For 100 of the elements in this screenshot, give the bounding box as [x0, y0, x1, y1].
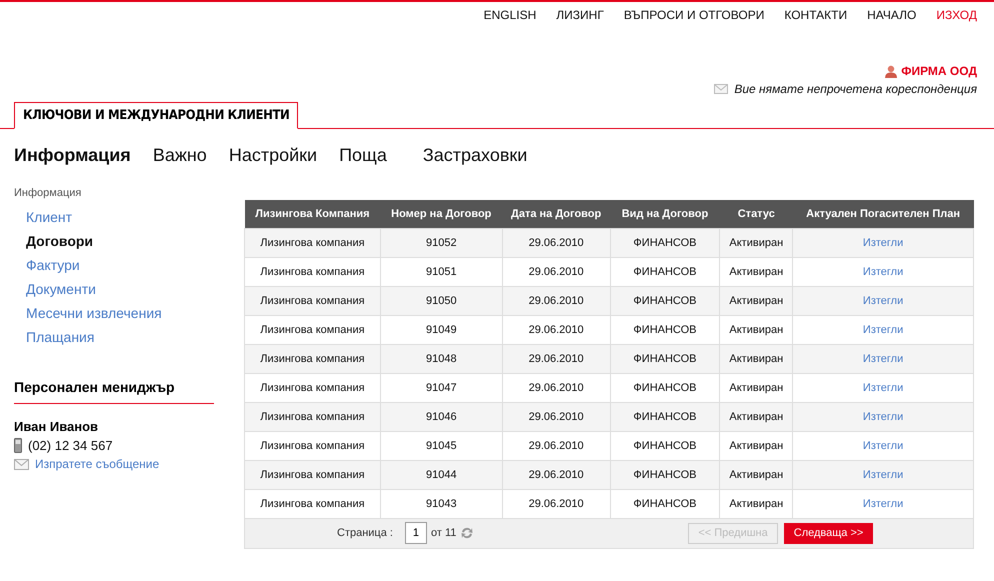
table-cell: 91048 [380, 344, 502, 373]
download-link[interactable]: Изтегли [862, 266, 904, 278]
table-cell: Лизингова компания [244, 344, 380, 373]
column-header: Номер на Договор [380, 200, 502, 228]
sidebar-item[interactable]: Плащания [26, 325, 214, 349]
table-cell: Активиран [720, 228, 793, 257]
nav-link[interactable]: ENGLISH [484, 8, 536, 62]
table-cell: Активиран [720, 402, 793, 431]
table-cell: Лизингова компания [244, 373, 380, 402]
column-header: Статус [720, 200, 793, 228]
main-nav-item[interactable]: Застраховки [422, 145, 528, 185]
table-cell: 91043 [380, 489, 502, 518]
refresh-icon[interactable] [460, 526, 474, 540]
table-cell: Активиран [720, 431, 793, 460]
nav-link[interactable]: ВЪПРОСИ И ОТГОВОРИ [624, 8, 764, 62]
table-cell: Лизингова компания [244, 460, 380, 489]
nav-link[interactable]: ИЗХОД [936, 8, 977, 62]
table-cell: Лизингова компания [244, 315, 380, 344]
next-button[interactable]: Следваща >> [784, 522, 874, 544]
manager-name: Иван Иванов [14, 419, 100, 434]
column-header: Вид на Договор [610, 200, 720, 228]
table-cell: ФИНАНСОВ [610, 257, 720, 286]
main-nav-item[interactable]: Настройки [228, 145, 318, 185]
table-cell: Активиран [720, 286, 793, 315]
table-cell: 29.06.2010 [502, 489, 610, 518]
table-cell: Лизингова компания [244, 286, 380, 315]
main-nav-item[interactable]: Поща [339, 145, 387, 185]
column-header: Лизингова Компания [244, 200, 380, 228]
envelope-icon [714, 84, 728, 94]
download-link[interactable]: Изтегли [862, 382, 904, 394]
table-cell: ФИНАНСОВ [610, 431, 720, 460]
download-link[interactable]: Изтегли [862, 324, 904, 336]
table-cell: ФИНАНСОВ [610, 286, 720, 315]
download-link[interactable]: Изтегли [862, 352, 904, 364]
table-cell: Активиран [720, 373, 793, 402]
table-cell: ФИНАНСОВ [610, 460, 720, 489]
user-icon [885, 64, 898, 78]
table-cell: 29.06.2010 [502, 257, 610, 286]
table-cell: Лизингова компания [244, 489, 380, 518]
column-header: Дата на Договор [502, 200, 610, 228]
table-cell: Активиран [720, 344, 793, 373]
download-link[interactable]: Изтегли [862, 468, 904, 480]
table-cell: ФИНАНСОВ [610, 373, 720, 402]
mobile-phone-icon [14, 438, 22, 453]
envelope-icon [14, 458, 29, 470]
send-message-link[interactable]: Изпратете съобщение [35, 457, 160, 471]
manager-phone: (02) 12 34 567 [28, 438, 113, 453]
table-cell: Лизингова компания [244, 228, 380, 257]
section-tab[interactable]: КЛЮЧОВИ И МЕЖДУНАРОДНИ КЛИЕНТИ [14, 102, 298, 129]
table-cell: Активиран [720, 257, 793, 286]
download-link[interactable]: Изтегли [862, 410, 904, 422]
nav-link[interactable]: ЛИЗИНГ [556, 8, 604, 62]
page-label: Страница : [337, 527, 393, 539]
sidebar-item[interactable]: Клиент [26, 205, 214, 229]
table-cell: ФИНАНСОВ [610, 489, 720, 518]
table-cell: 91047 [380, 373, 502, 402]
table-cell: 29.06.2010 [502, 402, 610, 431]
table-cell: 91051 [380, 257, 502, 286]
table-cell: Лизингова компания [244, 402, 380, 431]
table-cell: 91049 [380, 315, 502, 344]
table-cell: ФИНАНСОВ [610, 402, 720, 431]
table-cell: 29.06.2010 [502, 373, 610, 402]
table-cell: 91050 [380, 286, 502, 315]
main-nav-item[interactable]: Важно [152, 145, 207, 185]
column-header: Актуален Погасителен План [792, 200, 974, 228]
table-cell: Лизингова компания [244, 257, 380, 286]
table-cell: ФИНАНСОВ [610, 344, 720, 373]
table-cell: ФИНАНСОВ [610, 315, 720, 344]
table-cell: 29.06.2010 [502, 315, 610, 344]
table-cell: Активиран [720, 315, 793, 344]
download-link[interactable]: Изтегли [862, 498, 904, 510]
table-cell: Активиран [720, 489, 793, 518]
table-cell: 29.06.2010 [502, 460, 610, 489]
sidebar-item[interactable]: Договори [26, 229, 214, 253]
nav-link[interactable]: НАЧАЛО [867, 8, 916, 62]
download-link[interactable]: Изтегли [862, 440, 904, 452]
download-link[interactable]: Изтегли [862, 294, 904, 306]
page-total: от 11 [430, 527, 456, 539]
table-cell: Активиран [720, 460, 793, 489]
sidebar-heading: Информация [14, 187, 82, 199]
page-input[interactable]: 1 [404, 522, 427, 544]
table-cell: ФИНАНСОВ [610, 228, 720, 257]
table-cell: 91046 [380, 402, 502, 431]
table-cell: Лизингова компания [244, 431, 380, 460]
download-link[interactable]: Изтегли [862, 236, 904, 248]
table-cell: 29.06.2010 [502, 286, 610, 315]
company-name[interactable]: ФИРМА ООД [901, 64, 977, 78]
table-cell: 29.06.2010 [502, 228, 610, 257]
sidebar-item[interactable]: Фактури [26, 253, 214, 277]
manager-heading: Персонален мениджър [14, 379, 214, 404]
main-nav-item[interactable]: Информация [14, 145, 131, 185]
sidebar-item[interactable]: Месечни извлечения [26, 301, 214, 325]
table-cell: 91052 [380, 228, 502, 257]
nav-link[interactable]: КОНТАКТИ [784, 8, 848, 62]
mail-notice: Вие нямате непрочетена кореспонденция [734, 82, 977, 96]
table-cell: 91045 [380, 431, 502, 460]
table-cell: 29.06.2010 [502, 344, 610, 373]
sidebar-item[interactable]: Документи [26, 277, 214, 301]
table-cell: 91044 [380, 460, 502, 489]
table-cell: 29.06.2010 [502, 431, 610, 460]
